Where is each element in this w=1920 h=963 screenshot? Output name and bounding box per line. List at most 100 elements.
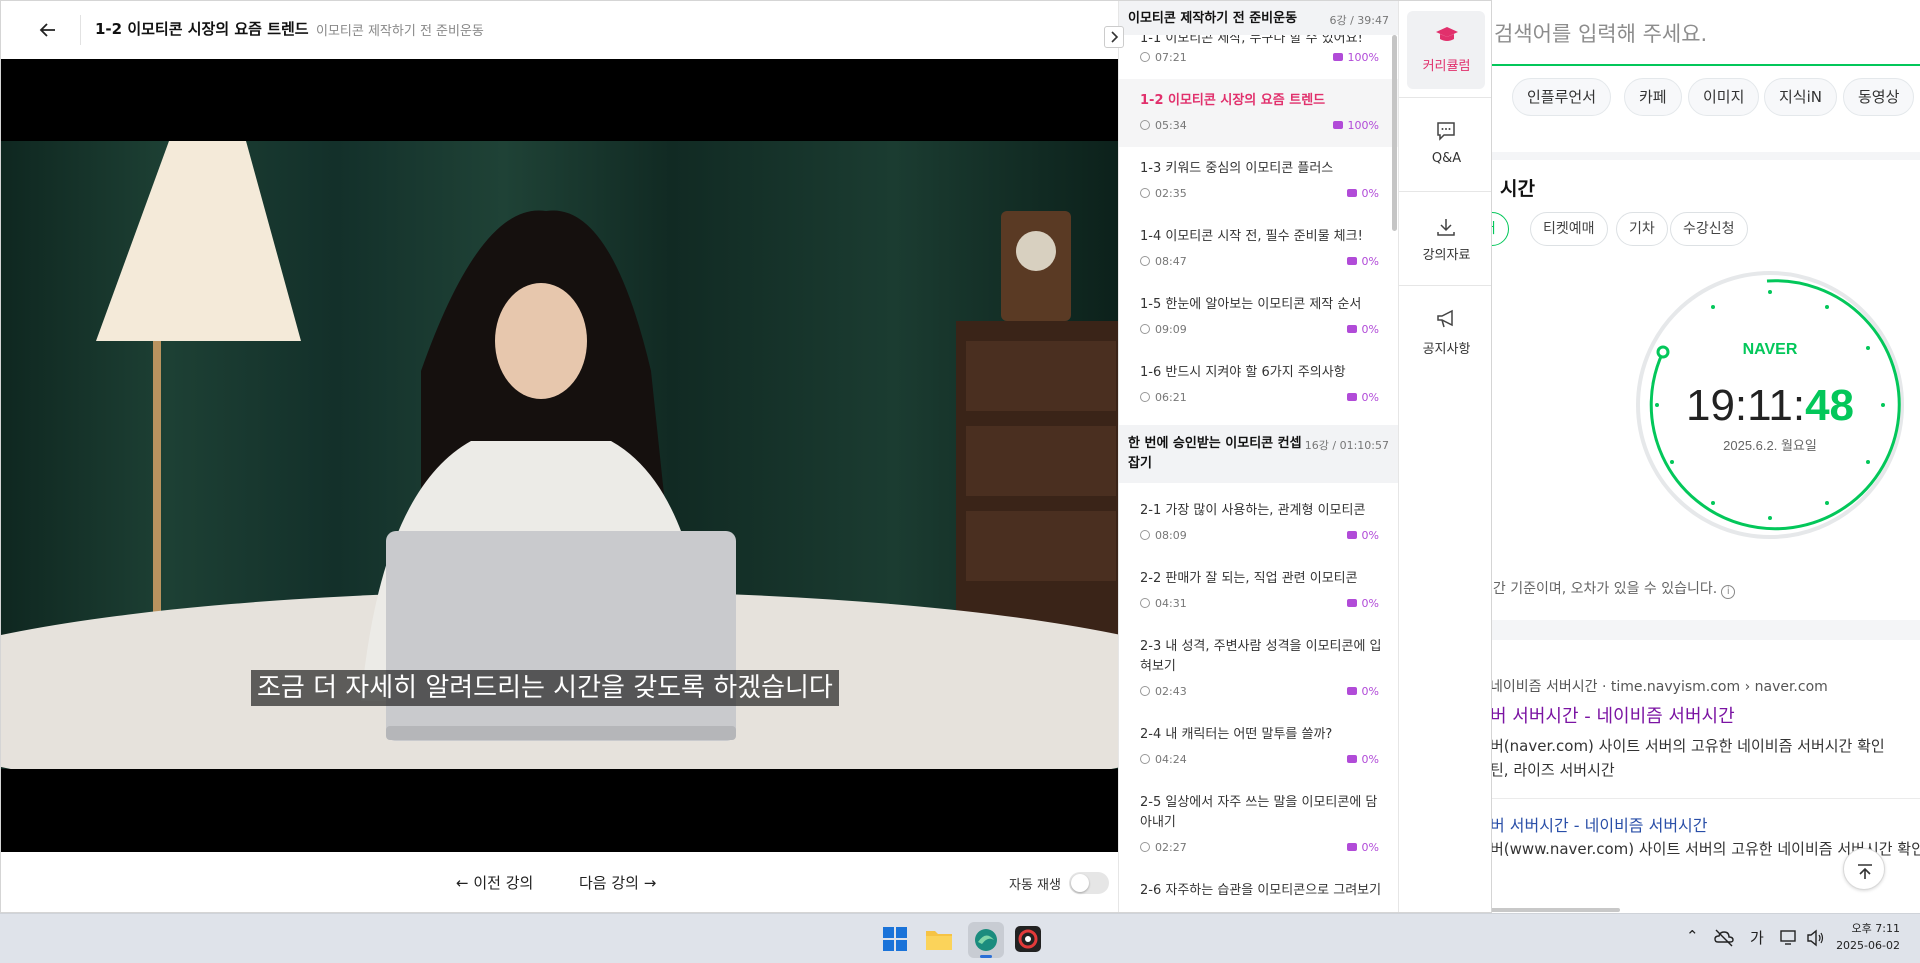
lecture-item-active[interactable]: 1-2 이모티콘 시장의 요즘 트렌드 05:34 100% — [1119, 79, 1398, 147]
clock-icon — [1140, 256, 1150, 266]
lecture-item[interactable]: 2-3 내 성격, 주변사람 성격을 이모티콘에 입혀보기 02:43 0% — [1119, 625, 1398, 713]
folder-icon — [926, 931, 952, 950]
clock-icon — [1140, 686, 1150, 696]
chip-ticket[interactable]: 티켓예매 — [1530, 212, 1608, 246]
browser-taskbar-button[interactable] — [968, 922, 1004, 958]
edge-browser-icon — [975, 929, 997, 951]
result-source[interactable]: 네이비즘 서버시간 · time.navyism.com › naver.com — [1490, 676, 1828, 696]
graduation-cap-icon — [1332, 121, 1343, 129]
graduation-cap-icon — [1346, 257, 1357, 265]
onedrive-offline-icon[interactable] — [1714, 929, 1734, 951]
lecture-item[interactable]: 2-6 자주하는 습관을 이모티콘으로 그려보기 — [1119, 869, 1398, 912]
prev-lecture-button[interactable]: ← 이전 강의 — [456, 872, 533, 893]
lecture-item[interactable]: 2-1 가장 많이 사용하는, 관계형 이모티콘 08:09 0% — [1119, 489, 1398, 557]
graduation-cap-icon — [1346, 687, 1357, 695]
naver-browser-window: 검색어를 입력해 주세요. 인플루언서 카페 이미지 지식iN 동영상 시간 버… — [1480, 0, 1920, 913]
start-button[interactable] — [882, 926, 908, 956]
system-clock[interactable]: 오후 7:11 2025-06-02 — [1836, 920, 1900, 954]
graduation-cap-icon — [1346, 755, 1357, 763]
lecture-item[interactable]: 1-3 키워드 중심의 이모티콘 플러스 02:35 0% — [1119, 147, 1398, 215]
side-tool-panel: 커리큘럼 Q&A 강의자료 공지사항 — [1398, 1, 1491, 912]
result-title[interactable]: 버 서버시간 - 네이비즘 서버시간 — [1490, 702, 1735, 728]
naver-search-tabs: 인플루언서 카페 이미지 지식iN 동영상 — [1480, 66, 1920, 152]
ime-indicator[interactable]: 가 — [1750, 927, 1764, 948]
clock-icon — [1140, 530, 1150, 540]
file-explorer-button[interactable] — [925, 926, 953, 956]
result-title-2[interactable]: 버 서버시간 - 네이비즘 서버시간 — [1490, 812, 1707, 836]
chat-bubble-icon — [1437, 122, 1455, 141]
clock-icon — [1140, 598, 1150, 608]
naver-search-placeholder: 검색어를 입력해 주세요. — [1494, 22, 1708, 46]
graduation-cap-icon — [1346, 189, 1357, 197]
naver-tab-video[interactable]: 동영상 — [1843, 78, 1915, 116]
lecture-player-window: 1-2 이모티콘 시장의 요즘 트렌드 이모티콘 제작하기 전 준비운동 조금 … — [0, 0, 1492, 913]
naver-tab-cafe[interactable]: 카페 — [1624, 78, 1682, 116]
megaphone-icon — [1437, 309, 1453, 328]
lecture-item[interactable]: 1-6 반드시 지켜야 할 6가지 주의사항 06:21 0% — [1119, 351, 1398, 425]
player-bottom-bar: ← 이전 강의 다음 강의 → 자동 재생 — [1, 852, 1118, 912]
naver-tab-influencer[interactable]: 인플루언서 — [1512, 78, 1612, 116]
lecture-item[interactable]: 2-4 내 캐릭터는 어떤 말투를 쓸까? 04:24 0% — [1119, 713, 1398, 781]
result-description: 버(naver.com) 사이트 서버의 고유한 네이비즘 서버시간 확인 틴,… — [1490, 737, 1885, 779]
lecture-item[interactable]: 2-2 판매가 잘 되는, 직업 관련 이모티콘 04:31 0% — [1119, 557, 1398, 625]
graduation-cap-icon — [1332, 53, 1343, 61]
graduation-cap-icon — [1346, 325, 1357, 333]
clock-date: 2025.6.2. 월요일 — [1723, 438, 1817, 453]
clock-icon — [1140, 324, 1150, 334]
server-time-card: 시간 버 티켓예매 기차 수강신청 NAVER 19:11:48 2025.6.… — [1480, 160, 1920, 620]
chip-train[interactable]: 기차 — [1616, 212, 1668, 246]
video-player[interactable]: 조금 더 자세히 알려드리는 시간을 갖도록 하겠습니다 — [1, 59, 1118, 852]
naver-tab-image[interactable]: 이미지 — [1688, 78, 1760, 116]
graduation-cap-icon — [1346, 599, 1357, 607]
autoplay-label: 자동 재생 — [1009, 878, 1061, 893]
clock-icon — [1140, 188, 1150, 198]
app-taskbar-button[interactable] — [1014, 925, 1042, 957]
curriculum-list: 이모티콘 제작하기 전 준비운동 6강 / 39:47 1-1 이모티콘 제작,… — [1118, 1, 1398, 912]
clock-digital-time: 19:11:48 — [1686, 381, 1854, 430]
tool-materials[interactable]: 강의자료 — [1399, 192, 1491, 285]
volume-icon[interactable] — [1806, 929, 1826, 951]
section-header-1[interactable]: 이모티콘 제작하기 전 준비운동 6강 / 39:47 — [1119, 1, 1398, 35]
lecture-item[interactable]: 1-1 이모티콘 제작, 누구나 할 수 있어요! 07:21 100% — [1119, 35, 1398, 79]
scroll-to-top-button[interactable] — [1843, 848, 1885, 890]
toggle-knob — [1071, 874, 1089, 892]
video-caption: 조금 더 자세히 알려드리는 시간을 갖도록 하겠습니다 — [251, 670, 839, 706]
arrow-up-icon — [1858, 864, 1872, 879]
clock-face-icon: NAVER 19:11:48 2025.6.2. 월요일 — [1636, 271, 1904, 539]
lecture-item[interactable]: 1-5 한눈에 알아보는 이모티콘 제작 순서 09:09 0% — [1119, 283, 1398, 351]
graduation-cap-icon — [1346, 393, 1357, 401]
course-section-name: 이모티콘 제작하기 전 준비운동 — [316, 24, 484, 39]
app-icon — [1015, 926, 1041, 952]
back-button[interactable] — [35, 17, 61, 43]
analog-clock: NAVER 19:11:48 2025.6.2. 월요일 — [1635, 270, 1905, 540]
curriculum-scrollbar[interactable] — [1392, 35, 1397, 231]
taskbar: ⌃ 가 오후 7:11 2025-06-02 — [0, 913, 1920, 963]
naver-tab-kin[interactable]: 지식iN — [1764, 78, 1837, 116]
section-header-2[interactable]: 한 번에 승인받는 이모티콘 컨셉잡기 16강 / 01:10:57 — [1119, 425, 1398, 483]
info-icon[interactable]: i — [1721, 585, 1736, 599]
graduation-cap-icon — [1346, 843, 1357, 851]
graduation-cap-icon — [1436, 27, 1458, 41]
lecture-item[interactable]: 2-5 일상에서 자주 쓰는 말을 이모티콘에 담아내기 02:27 0% — [1119, 781, 1398, 869]
tool-curriculum[interactable]: 커리큘럼 — [1399, 1, 1491, 97]
next-lecture-button[interactable]: 다음 강의 → — [579, 872, 656, 893]
network-icon[interactable] — [1780, 929, 1800, 951]
naver-horizontal-scrollbar[interactable] — [1490, 908, 1620, 912]
tool-qa[interactable]: Q&A — [1399, 98, 1491, 191]
graduation-cap-icon — [1346, 531, 1357, 539]
tool-active-bg — [1407, 11, 1485, 89]
tool-notice[interactable]: 공지사항 — [1399, 286, 1491, 379]
chip-course-registration[interactable]: 수강신청 — [1670, 212, 1748, 246]
clock-icon — [1140, 392, 1150, 402]
lecture-item[interactable]: 1-4 이모티콘 시작 전, 필수 준비물 체크! 08:47 0% — [1119, 215, 1398, 283]
naver-search-bar[interactable]: 검색어를 입력해 주세요. — [1480, 0, 1920, 66]
tray-chevron-up-icon[interactable]: ⌃ — [1686, 927, 1699, 945]
arrow-left-icon — [39, 23, 55, 37]
arrow-left-icon: ← — [456, 874, 469, 892]
clock-icon — [1140, 842, 1150, 852]
clock-icon — [1140, 52, 1150, 62]
collapse-sidebar-button[interactable] — [1104, 26, 1124, 48]
lecture-title: 1-2 이모티콘 시장의 요즘 트렌드 — [95, 20, 309, 38]
autoplay-toggle[interactable] — [1069, 872, 1109, 894]
top-bar-divider — [80, 15, 81, 45]
